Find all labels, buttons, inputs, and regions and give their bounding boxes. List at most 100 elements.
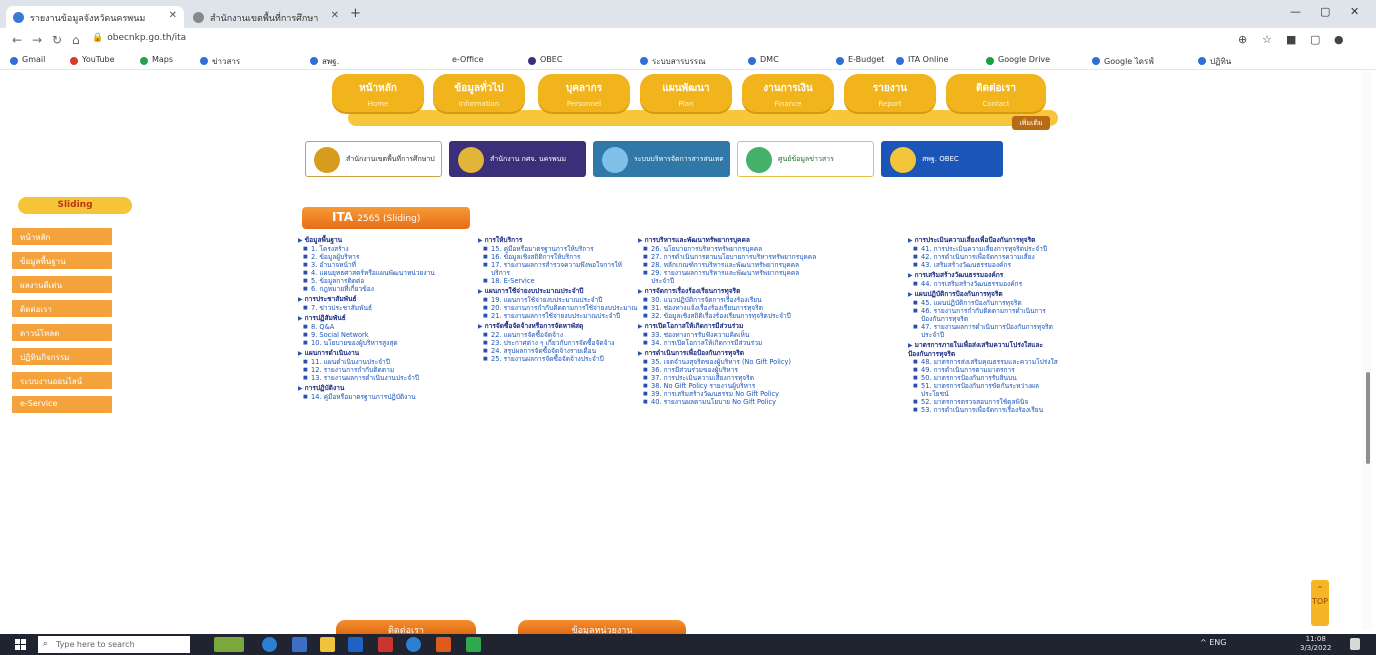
ita-link[interactable]: 8. Q&A <box>298 323 468 331</box>
sidebar-item[interactable]: ติดต่อเรา <box>12 300 112 317</box>
edge-browser-icon[interactable] <box>262 637 277 652</box>
banner-link[interactable]: ศูนย์ข้อมูลข่าวสาร <box>737 141 874 177</box>
banner-link[interactable]: สำนักงาน กศจ. นครพนม <box>449 141 586 177</box>
bookmark-item[interactable]: ระบบสารบรรณ <box>640 55 706 68</box>
ita-link[interactable]: 5. ข้อมูลการติดต่อ <box>298 277 468 285</box>
home-icon[interactable]: ⌂ <box>72 33 80 47</box>
ita-link[interactable]: 45. แผนปฏิบัติการป้องกันการทุจริต <box>908 299 1058 307</box>
browser-tab-active[interactable]: รายงานข้อมูลจังหวัดนครพนม ✕ <box>6 6 184 28</box>
ita-link[interactable]: 51. มาตรการป้องกันการขัดกันระหว่างผลประโ… <box>908 382 1058 398</box>
ita-link[interactable]: 17. รายงานผลการสำรวจความพึงพอใจการให้บริ… <box>478 261 638 277</box>
ita-link[interactable]: 29. รายงานผลการบริหารและพัฒนาทรัพยากรบุค… <box>638 269 818 285</box>
menu-item-finance[interactable]: งานการเงิน Finance <box>742 74 834 112</box>
ita-link[interactable]: 2. ข้อมูลผู้บริหาร <box>298 253 468 261</box>
ita-link[interactable]: 30. แนวปฏิบัติการจัดการเรื่องร้องเรียน <box>638 296 818 304</box>
sidebar-item[interactable]: ระบบงานออนไลน์ <box>12 372 112 389</box>
windows-start-icon[interactable] <box>15 639 27 650</box>
ita-link[interactable]: 4. แผนยุทธศาสตร์หรือแผนพัฒนาหน่วยงาน <box>298 269 468 277</box>
sidebar-item[interactable]: ผลงานดีเด่น <box>12 276 112 293</box>
system-tray[interactable]: ^ ENG <box>1200 638 1226 647</box>
notification-icon[interactable] <box>1350 638 1360 650</box>
ita-link[interactable]: 16. ข้อมูลเชิงสถิติการให้บริการ <box>478 253 638 261</box>
ita-link[interactable]: 23. ประกาศต่าง ๆ เกี่ยวกับการจัดซื้อจัดจ… <box>478 339 638 347</box>
back-arrow-icon[interactable]: ← <box>12 33 22 47</box>
ita-link[interactable]: 1. โครงสร้าง <box>298 245 468 253</box>
menu-item-plan[interactable]: แผนพัฒนา Plan <box>640 74 732 112</box>
minimize-icon[interactable]: — <box>1290 5 1301 18</box>
bookmark-item[interactable]: YouTube <box>70 55 115 65</box>
ita-link[interactable]: 26. นโยบายการบริหารทรัพยากรบุคคล <box>638 245 818 253</box>
ita-link[interactable]: 52. มาตรการตรวจสอบการใช้ดุลพินิจ <box>908 398 1058 406</box>
star-icon[interactable]: ☆ <box>1262 33 1272 46</box>
ita-link[interactable]: 48. มาตรการส่งเสริมคุณธรรมและความโปร่งใส <box>908 358 1058 366</box>
reload-icon[interactable]: ↻ <box>52 33 62 47</box>
ita-link[interactable]: 40. รายงานผลตามนโยบาย No Gift Policy <box>638 398 818 406</box>
bookmark-item[interactable]: E-Budget <box>836 55 884 65</box>
ita-link[interactable]: 31. ช่องทางแจ้งเรื่องร้องเรียนการทุจริต <box>638 304 818 312</box>
ita-link[interactable]: 21. รายงานผลการใช้จ่ายงบประมาณประจำปี <box>478 312 638 320</box>
zoom-icon[interactable]: ⊕ <box>1238 33 1247 46</box>
ita-link[interactable]: 43. เสริมสร้างวัฒนธรรมองค์กร <box>908 261 1058 269</box>
bookmark-item[interactable]: Maps <box>140 55 173 65</box>
ita-link[interactable]: 32. ข้อมูลเชิงสถิติเรื่องร้องเรียนการทุจ… <box>638 312 818 320</box>
ita-link[interactable]: 27. การดำเนินการตามนโยบายการบริหารทรัพยา… <box>638 253 818 261</box>
bookmark-item[interactable]: Google ไดรฟ์ <box>1092 55 1154 68</box>
ita-link[interactable]: 33. ช่องทางการรับฟังความคิดเห็น <box>638 331 818 339</box>
bookmark-item[interactable]: DMC <box>748 55 779 65</box>
ita-link[interactable]: 15. คู่มือหรือมาตรฐานการให้บริการ <box>478 245 638 253</box>
scrollbar-thumb[interactable] <box>1366 372 1370 464</box>
close-tab-icon[interactable]: ✕ <box>169 10 177 21</box>
ita-link[interactable]: 36. การมีส่วนร่วมของผู้บริหาร <box>638 366 818 374</box>
task-view-icon[interactable] <box>292 637 307 652</box>
ita-link[interactable]: 38. No Gift Policy รายงานผู้บริหาร <box>638 382 818 390</box>
taskbar-search-box[interactable]: ⌕ Type here to search <box>38 636 190 653</box>
ita-link[interactable]: 14. คู่มือหรือมาตรฐานการปฏิบัติงาน <box>298 393 468 401</box>
ita-link[interactable]: 7. ข่าวประชาสัมพันธ์ <box>298 304 468 312</box>
ita-link[interactable]: 28. หลักเกณฑ์การบริหารและพัฒนาทรัพยากรบุ… <box>638 261 818 269</box>
menu-item-information[interactable]: ข้อมูลทั่วไป Information <box>433 74 525 112</box>
extensions-icon[interactable]: ■ <box>1286 33 1296 46</box>
sidebar-item[interactable]: หน้าหลัก <box>12 228 112 245</box>
sidebar-item[interactable]: e-Service <box>12 396 112 413</box>
ita-link[interactable]: 41. การประเมินความเสี่ยงการทุจริตประจำปี <box>908 245 1058 253</box>
maximize-icon[interactable]: ▢ <box>1320 5 1330 18</box>
url-field[interactable]: 🔒 obecnkp.go.th/ita <box>92 33 186 43</box>
ita-link[interactable]: 35. เจตจำนงสุจริตของผู้บริหาร (No Gift P… <box>638 358 818 366</box>
ita-link[interactable]: 18. E-Service <box>478 277 638 285</box>
close-tab-icon[interactable]: ✕ <box>331 10 339 21</box>
ita-link[interactable]: 9. Social Network <box>298 331 468 339</box>
bookmark-item[interactable]: Gmail <box>10 55 45 65</box>
file-explorer-icon[interactable] <box>320 637 335 652</box>
ita-link[interactable]: 47. รายงานผลการดำเนินการป้องกันการทุจริต… <box>908 323 1058 339</box>
sidebar-item[interactable]: ข้อมูลพื้นฐาน <box>12 252 112 269</box>
sidebar-icon[interactable]: ▢ <box>1310 33 1320 46</box>
ita-link[interactable]: 11. แผนดำเนินงานประจำปี <box>298 358 468 366</box>
ita-link[interactable]: 19. แผนการใช้จ่ายงบประมาณประจำปี <box>478 296 638 304</box>
browser-tab[interactable]: สำนักงานเขตพื้นที่การศึกษา ✕ <box>186 6 346 28</box>
ita-link[interactable]: 37. การประเมินความเสี่ยงการทุจริต <box>638 374 818 382</box>
menu-item-contact[interactable]: ติดต่อเรา Contact <box>946 74 1046 112</box>
bookmark-item[interactable]: e-Office <box>440 55 483 65</box>
profile-icon[interactable]: ● <box>1334 33 1344 46</box>
ita-link[interactable]: 49. การดำเนินการตามมาตรการ <box>908 366 1058 374</box>
clock[interactable]: 11:08 3/3/2022 <box>1300 635 1331 653</box>
menu-item-report[interactable]: รายงาน Report <box>844 74 936 112</box>
ita-link[interactable]: 3. อำนาจหน้าที่ <box>298 261 468 269</box>
ita-link[interactable]: 34. การเปิดโอกาสให้เกิดการมีส่วนร่วม <box>638 339 818 347</box>
banner-link[interactable]: สพฐ. OBEC <box>881 141 1003 177</box>
ita-link[interactable]: 12. รายงานการกำกับติดตาม <box>298 366 468 374</box>
word-icon[interactable] <box>348 637 363 652</box>
scrollbar-track[interactable] <box>1362 70 1372 630</box>
close-window-icon[interactable]: ✕ <box>1350 5 1359 18</box>
sidebar-item[interactable]: ปฏิทินกิจกรรม <box>12 348 112 365</box>
ita-link[interactable]: 44. การเสริมสร้างวัฒนธรรมองค์กร <box>908 280 1058 288</box>
chrome-icon[interactable] <box>406 637 421 652</box>
weather-widget-icon[interactable] <box>214 637 244 652</box>
ita-link[interactable]: 53. การดำเนินการเพื่อจัดการเรื่องร้องเรี… <box>908 406 1058 414</box>
firefox-icon[interactable] <box>436 637 451 652</box>
new-tab-button[interactable]: + <box>350 6 361 21</box>
forward-arrow-icon[interactable]: → <box>32 33 42 47</box>
line-app-icon[interactable] <box>466 637 481 652</box>
bookmark-item[interactable]: OBEC <box>528 55 562 65</box>
ita-link[interactable]: 20. รายงานการกำกับติดตามการใช้จ่ายงบประม… <box>478 304 638 312</box>
